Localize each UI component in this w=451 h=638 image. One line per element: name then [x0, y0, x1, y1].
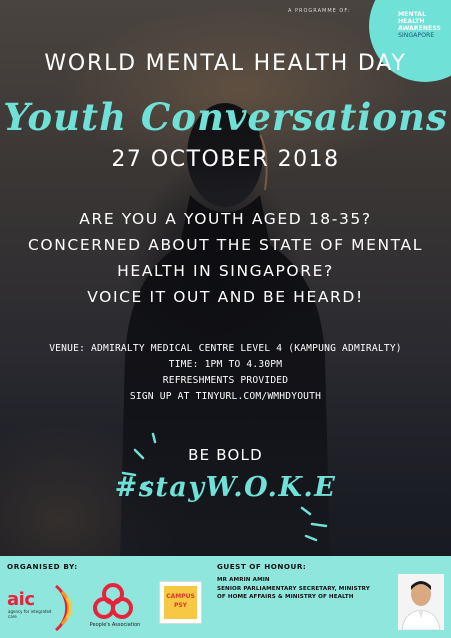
event-poster: A PROGRAMME OF: MENTAL HEALTH AWARENESS …: [0, 0, 451, 638]
event-date: 27 OCTOBER 2018: [111, 147, 340, 172]
goh-name: MR AMRIN AMIN: [217, 577, 270, 583]
refreshments-text: REFRESHMENTS PROVIDED: [162, 375, 289, 386]
question-line: ARE YOU A YOUTH AGED 18-35?: [79, 210, 372, 228]
event-details: VENUE: ADMIRALTY MEDICAL CENTRE LEVEL 4 …: [0, 341, 451, 405]
event-title: WORLD MENTAL HEALTH DAY: [44, 51, 407, 76]
goh-title-line-2: OF HOME AFFAIRS & MINISTRY OF HEALTH: [217, 594, 354, 601]
guest-of-honour-photo: [398, 574, 444, 630]
portrait-icon: [398, 574, 444, 630]
question-line: VOICE IT OUT AND BE HEARD!: [87, 288, 364, 306]
be-bold-text: BE BOLD: [188, 446, 263, 464]
campus-psy-logo: CAMPUS PSY: [159, 581, 202, 624]
guest-of-honour-label: GUEST OF HONOUR:: [217, 562, 307, 571]
burst-lines-right: [300, 506, 328, 542]
aic-tagline: agency for integrated care: [8, 609, 52, 619]
mha-line-2: HEALTH: [398, 18, 425, 25]
campus-psy-line-2: PSY: [173, 602, 188, 609]
mha-line-3: AWARENESS: [398, 25, 441, 32]
campus-psy-mark: CAMPUS PSY: [164, 586, 197, 619]
time-text: TIME: 1PM TO 4.30PM: [168, 359, 283, 370]
signup-text: SIGN UP AT TINYURL.COM/WMHDYOUTH: [129, 391, 322, 402]
event-subtitle: Youth Conversations: [3, 95, 448, 139]
question-line: CONCERNED ABOUT THE STATE OF MENTAL: [27, 236, 423, 254]
venue-text: VENUE: ADMIRALTY MEDICAL CENTRE LEVEL 4 …: [49, 343, 402, 354]
aic-logo-text: aic: [7, 589, 35, 610]
goh-title-line-1: SENIOR PARLIAMENTARY SECRETARY, MINISTRY: [217, 585, 370, 592]
programme-label: A PROGRAMME OF:: [288, 8, 351, 14]
pa-logo-icon: [93, 583, 133, 619]
pa-label: People's Association: [89, 622, 141, 628]
hashtag-text: #stayW.O.K.E: [114, 472, 337, 503]
organised-by-label: ORGANISED BY:: [7, 562, 78, 571]
footer-bar: ORGANISED BY: aic agency for integrated …: [0, 556, 451, 638]
questions-block: ARE YOU A YOUTH AGED 18-35? CONCERNED AB…: [0, 206, 451, 310]
mha-logo-text: MENTAL HEALTH AWARENESS SINGAPORE: [398, 11, 450, 39]
campus-psy-line-1: CAMPUS: [166, 593, 195, 600]
mha-line-1: MENTAL: [398, 11, 427, 18]
guest-of-honour-details: MR AMRIN AMIN SENIOR PARLIAMENTARY SECRE…: [217, 576, 397, 602]
question-line: HEALTH IN SINGAPORE?: [117, 262, 334, 280]
mha-country: SINGAPORE: [398, 32, 435, 39]
